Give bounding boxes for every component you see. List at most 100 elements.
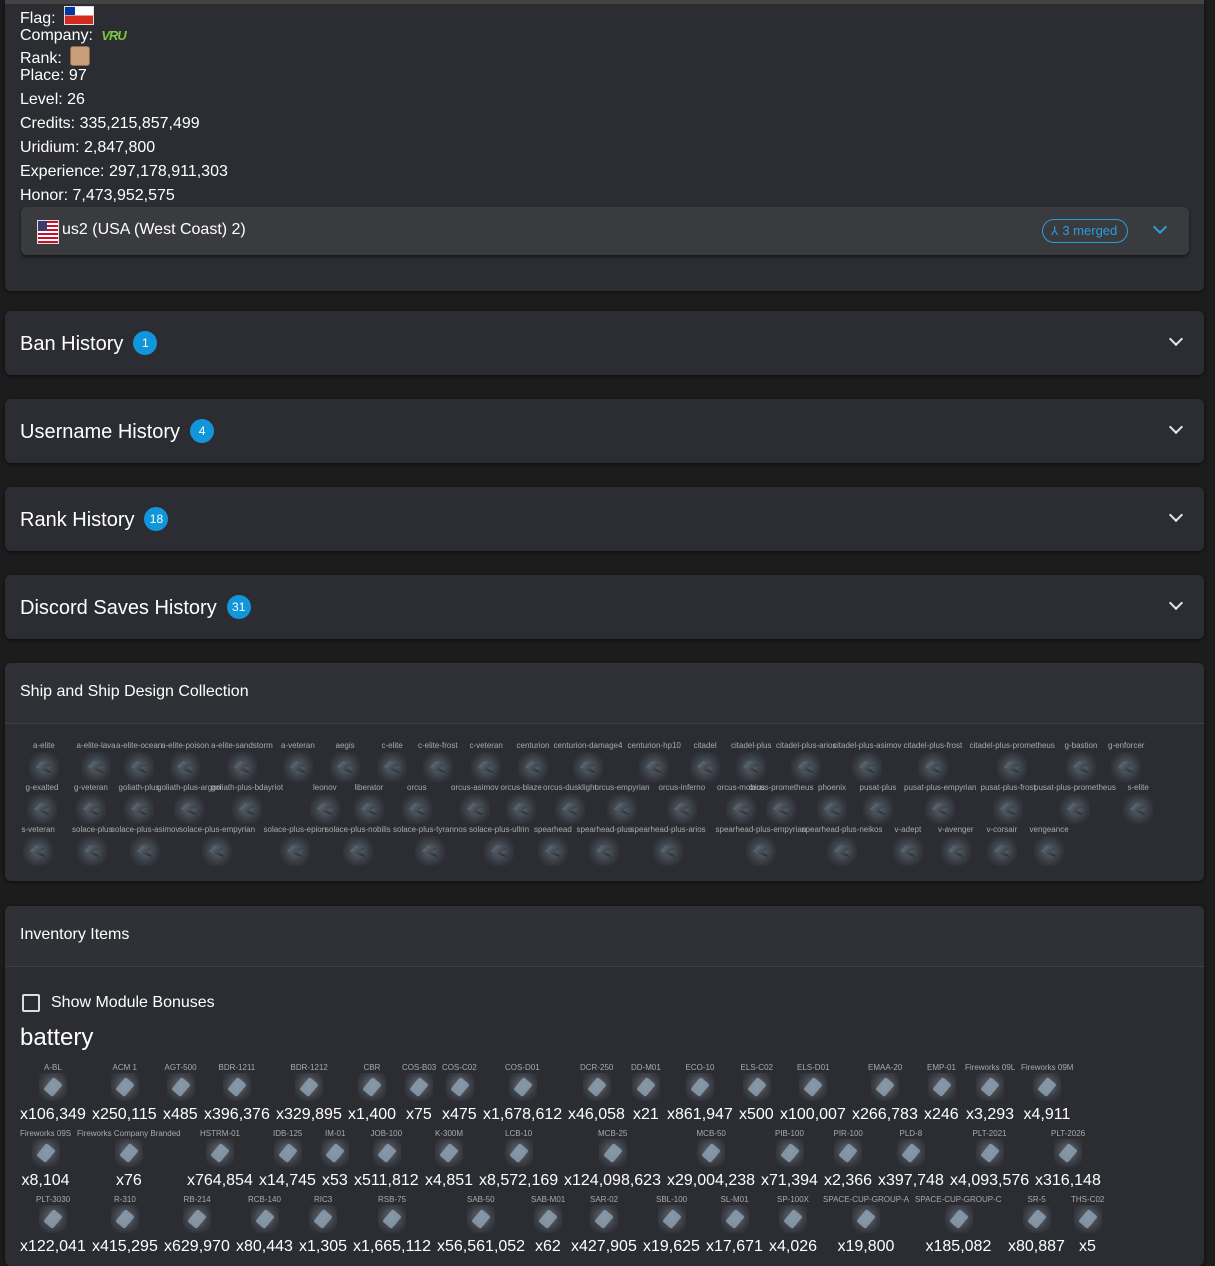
ship-icon[interactable]	[202, 836, 232, 866]
ship-icon[interactable]	[893, 836, 923, 866]
item-icon[interactable]	[405, 1073, 433, 1101]
merged-chip[interactable]: ⅄ 3 merged	[1042, 219, 1129, 243]
item-icon[interactable]	[799, 1073, 827, 1101]
ship-icon[interactable]	[76, 794, 106, 824]
item-icon[interactable]	[582, 1073, 611, 1101]
chevron-down-icon[interactable]	[1168, 507, 1184, 523]
ship-icon[interactable]	[1066, 752, 1096, 782]
ship-icon[interactable]	[925, 794, 955, 824]
ship-icon[interactable]	[484, 836, 514, 866]
item-icon[interactable]	[897, 1139, 925, 1167]
ship-icon[interactable]	[791, 752, 821, 782]
ship-icon[interactable]	[81, 752, 111, 782]
server-row[interactable]: us2 (USA (West Coast) 2) ⅄ 3 merged	[21, 207, 1189, 255]
ship-icon[interactable]	[29, 752, 59, 782]
ship-icon[interactable]	[555, 794, 585, 824]
ban-history-section[interactable]: Ban History 1	[5, 311, 1204, 375]
item-icon[interactable]	[31, 1139, 60, 1167]
item-icon[interactable]	[632, 1073, 660, 1101]
item-icon[interactable]	[39, 1073, 67, 1101]
ship-icon[interactable]	[77, 836, 107, 866]
item-icon[interactable]	[206, 1139, 234, 1167]
ship-icon[interactable]	[23, 836, 53, 866]
username-history-section[interactable]: Username History 4	[5, 399, 1204, 463]
ship-icon[interactable]	[827, 836, 857, 866]
item-icon[interactable]	[657, 1205, 686, 1233]
item-icon[interactable]	[720, 1205, 749, 1233]
show-module-bonuses-checkbox[interactable]	[22, 994, 40, 1012]
item-icon[interactable]	[372, 1139, 401, 1167]
ship-icon[interactable]	[573, 752, 603, 782]
item-icon[interactable]	[686, 1073, 714, 1101]
ship-icon[interactable]	[538, 836, 568, 866]
ship-icon[interactable]	[690, 752, 720, 782]
item-icon[interactable]	[166, 1073, 195, 1101]
ship-icon[interactable]	[1034, 836, 1064, 866]
ship-icon[interactable]	[726, 794, 756, 824]
item-icon[interactable]	[871, 1073, 899, 1101]
ship-icon[interactable]	[377, 752, 407, 782]
item-icon[interactable]	[1033, 1073, 1061, 1101]
ship-icon[interactable]	[232, 794, 262, 824]
ship-icon[interactable]	[471, 752, 501, 782]
ship-icon[interactable]	[766, 794, 796, 824]
item-icon[interactable]	[111, 1205, 139, 1233]
ship-icon[interactable]	[280, 836, 310, 866]
ship-icon[interactable]	[607, 794, 637, 824]
ship-icon[interactable]	[667, 794, 697, 824]
item-icon[interactable]	[110, 1073, 139, 1101]
item-icon[interactable]	[944, 1205, 973, 1233]
ship-icon[interactable]	[746, 836, 776, 866]
item-icon[interactable]	[1054, 1139, 1082, 1167]
chevron-down-icon[interactable]	[1168, 419, 1184, 435]
ship-icon[interactable]	[170, 752, 200, 782]
ship-icon[interactable]	[227, 752, 257, 782]
ship-icon[interactable]	[174, 794, 204, 824]
ship-icon[interactable]	[124, 794, 154, 824]
chevron-down-icon[interactable]	[1168, 331, 1184, 347]
ship-icon[interactable]	[852, 752, 882, 782]
item-icon[interactable]	[183, 1205, 211, 1233]
ship-icon[interactable]	[736, 752, 766, 782]
item-icon[interactable]	[976, 1073, 1004, 1101]
ship-icon[interactable]	[997, 752, 1027, 782]
item-icon[interactable]	[742, 1073, 771, 1101]
item-icon[interactable]	[834, 1139, 862, 1167]
ship-icon[interactable]	[1111, 752, 1141, 782]
item-icon[interactable]	[309, 1205, 337, 1233]
ship-icon[interactable]	[1060, 794, 1090, 824]
item-icon[interactable]	[1073, 1205, 1102, 1233]
ship-icon[interactable]	[589, 836, 619, 866]
item-icon[interactable]	[321, 1139, 349, 1167]
ship-icon[interactable]	[817, 794, 847, 824]
ship-icon[interactable]	[639, 752, 669, 782]
item-icon[interactable]	[445, 1073, 474, 1101]
item-icon[interactable]	[273, 1139, 302, 1167]
ship-icon[interactable]	[415, 836, 445, 866]
ship-icon[interactable]	[987, 836, 1017, 866]
ship-icon[interactable]	[310, 794, 340, 824]
item-icon[interactable]	[598, 1139, 627, 1167]
item-icon[interactable]	[467, 1205, 495, 1233]
ship-icon[interactable]	[506, 794, 536, 824]
ship-icon[interactable]	[1123, 794, 1153, 824]
ship-icon[interactable]	[918, 752, 948, 782]
ship-icon[interactable]	[993, 794, 1023, 824]
item-icon[interactable]	[504, 1139, 533, 1167]
ship-icon[interactable]	[27, 794, 57, 824]
item-icon[interactable]	[697, 1139, 725, 1167]
ship-icon[interactable]	[283, 752, 313, 782]
rank-history-section[interactable]: Rank History 18	[5, 487, 1204, 551]
item-icon[interactable]	[358, 1073, 386, 1101]
ship-icon[interactable]	[343, 836, 373, 866]
item-icon[interactable]	[1022, 1205, 1051, 1233]
chevron-down-icon[interactable]	[1168, 595, 1184, 611]
item-icon[interactable]	[508, 1073, 537, 1101]
item-icon[interactable]	[927, 1073, 956, 1101]
item-icon[interactable]	[775, 1139, 804, 1167]
ship-icon[interactable]	[354, 794, 384, 824]
ship-icon[interactable]	[518, 752, 548, 782]
ship-icon[interactable]	[423, 752, 453, 782]
ship-icon[interactable]	[863, 794, 893, 824]
item-icon[interactable]	[852, 1205, 880, 1233]
